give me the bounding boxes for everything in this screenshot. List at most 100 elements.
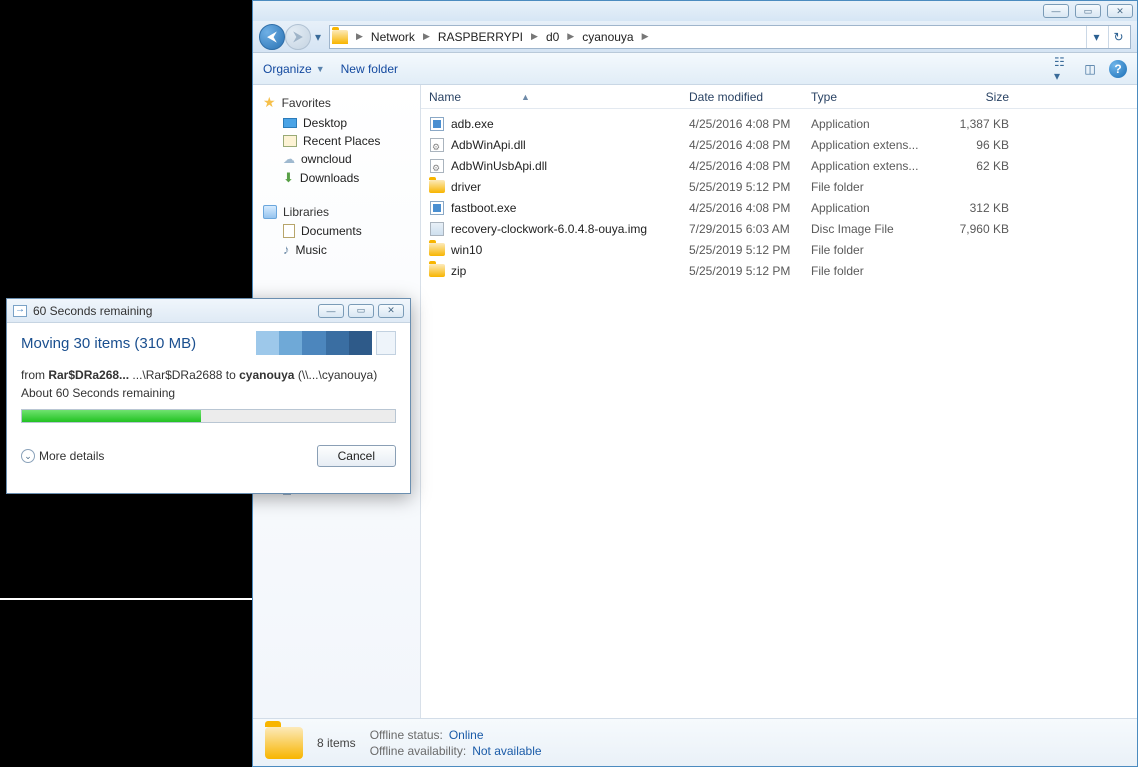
maximize-button[interactable]: ▭: [1075, 4, 1101, 18]
desktop-divider: [0, 598, 252, 600]
folder-icon: [429, 263, 445, 279]
column-header-date[interactable]: Date modified: [689, 90, 811, 104]
file-date: 4/25/2016 4:08 PM: [689, 159, 811, 173]
dialog-close-button[interactable]: ✕: [378, 304, 404, 318]
file-copy-dialog: 60 Seconds remaining — ▭ ✕ Moving 30 ite…: [6, 298, 411, 494]
file-list-pane: Name ▲ Date modified Type Size adb.exe4/…: [421, 85, 1137, 718]
sidebar-item-recent-places[interactable]: Recent Places: [253, 132, 420, 150]
file-row[interactable]: AdbWinUsbApi.dll4/25/2016 4:08 PMApplica…: [421, 155, 1137, 176]
minimize-button[interactable]: —: [1043, 4, 1069, 18]
file-name: AdbWinApi.dll: [451, 138, 526, 152]
file-size: 312 KB: [937, 201, 1027, 215]
column-header-type[interactable]: Type: [811, 90, 937, 104]
copy-remaining-line: About 60 Seconds remaining: [21, 385, 396, 401]
column-header-size[interactable]: Size: [937, 90, 1027, 104]
file-name: zip: [451, 264, 466, 278]
address-dropdown[interactable]: ▾: [1086, 26, 1106, 48]
sidebar-item-label: Desktop: [303, 116, 347, 130]
column-header-name[interactable]: Name ▲: [429, 90, 689, 104]
favorites-group[interactable]: ★ Favorites: [253, 91, 420, 114]
chevron-right-icon[interactable]: ▶: [565, 31, 576, 42]
file-row[interactable]: win10 5/25/2019 5:12 PMFile folder: [421, 239, 1137, 260]
sidebar-item-documents[interactable]: Documents: [253, 222, 420, 240]
breadcrumb-network[interactable]: Network: [367, 30, 419, 44]
file-row[interactable]: AdbWinApi.dll4/25/2016 4:08 PMApplicatio…: [421, 134, 1137, 155]
back-button[interactable]: ⮜: [259, 24, 285, 50]
file-date: 5/25/2019 5:12 PM: [689, 264, 811, 278]
file-name: driver: [451, 180, 481, 194]
libraries-label: Libraries: [283, 205, 329, 219]
file-date: 5/25/2019 5:12 PM: [689, 180, 811, 194]
breadcrumb-raspberrypi[interactable]: RASPBERRYPI: [434, 30, 527, 44]
dialog-minimize-button[interactable]: —: [318, 304, 344, 318]
folder-icon: [429, 242, 445, 258]
document-icon: [376, 331, 396, 355]
sidebar-item-label: Music: [296, 243, 327, 257]
details-pane: 8 items Offline status: Online Offline a…: [253, 718, 1137, 766]
document-icon: [283, 224, 295, 238]
breadcrumb-cyanouya[interactable]: cyanouya: [578, 30, 637, 44]
more-details-toggle[interactable]: ⌄ More details: [21, 449, 104, 463]
exe-icon: [429, 200, 445, 216]
file-type: Application: [811, 201, 937, 215]
file-row[interactable]: zip 5/25/2019 5:12 PMFile folder: [421, 260, 1137, 281]
dialog-maximize-button[interactable]: ▭: [348, 304, 374, 318]
organize-menu[interactable]: Organize ▼: [263, 62, 325, 76]
favorites-label: Favorites: [282, 96, 331, 110]
file-row[interactable]: recovery-clockwork-6.0.4.8-ouya.img7/29/…: [421, 218, 1137, 239]
offline-status-value: Online: [449, 728, 484, 742]
dll-icon: [429, 137, 445, 153]
file-type: Application: [811, 117, 937, 131]
file-list: adb.exe4/25/2016 4:08 PMApplication1,387…: [421, 109, 1137, 285]
view-options-button[interactable]: ☷ ▾: [1053, 60, 1071, 78]
libraries-group[interactable]: Libraries: [253, 202, 420, 222]
file-size: 62 KB: [937, 159, 1027, 173]
sidebar-item-music[interactable]: ♪ Music: [253, 240, 420, 259]
forward-button[interactable]: ⮞: [285, 24, 311, 50]
file-size: 1,387 KB: [937, 117, 1027, 131]
transfer-icon: [13, 305, 27, 317]
new-folder-button[interactable]: New folder: [341, 62, 398, 76]
preview-pane-button[interactable]: ◫: [1081, 60, 1099, 78]
cloud-icon: ☁: [283, 152, 295, 166]
sidebar-item-label: Documents: [301, 224, 362, 238]
more-details-label: More details: [39, 449, 104, 463]
progress-fill: [22, 410, 201, 422]
nav-row: ⮜ ⮞ ▾ ▶ Network ▶ RASPBERRYPI ▶ d0 ▶ cya…: [253, 21, 1137, 53]
cancel-button[interactable]: Cancel: [317, 445, 396, 467]
exe-icon: [429, 116, 445, 132]
copy-heading: Moving 30 items (310 MB): [21, 335, 196, 352]
file-name: fastboot.exe: [451, 201, 516, 215]
sidebar-item-downloads[interactable]: ⬇ Downloads: [253, 168, 420, 188]
chevron-right-icon[interactable]: ▶: [529, 31, 540, 42]
libraries-icon: [263, 205, 277, 219]
file-type: Application extens...: [811, 138, 937, 152]
breadcrumb-d0[interactable]: d0: [542, 30, 563, 44]
chevron-right-icon[interactable]: ▶: [640, 31, 651, 42]
file-row[interactable]: adb.exe4/25/2016 4:08 PMApplication1,387…: [421, 113, 1137, 134]
nav-history-dropdown[interactable]: ▾: [311, 24, 325, 50]
address-bar[interactable]: ▶ Network ▶ RASPBERRYPI ▶ d0 ▶ cyanouya …: [329, 25, 1131, 49]
file-row[interactable]: driver5/25/2019 5:12 PMFile folder: [421, 176, 1137, 197]
chevron-right-icon[interactable]: ▶: [421, 31, 432, 42]
file-type: Disc Image File: [811, 222, 937, 236]
chevron-down-icon: ▼: [316, 64, 325, 74]
desktop-icon: [283, 118, 297, 128]
file-type: File folder: [811, 264, 937, 278]
item-count: 8 items: [317, 736, 356, 750]
offline-availability-label: Offline availability:: [370, 744, 467, 758]
file-row[interactable]: fastboot.exe4/25/2016 4:08 PMApplication…: [421, 197, 1137, 218]
refresh-button[interactable]: ↻: [1108, 26, 1128, 48]
file-name: win10: [451, 243, 482, 257]
chevron-right-icon[interactable]: ▶: [354, 31, 365, 42]
file-date: 7/29/2015 6:03 AM: [689, 222, 811, 236]
sidebar-item-label: owncloud: [301, 152, 352, 166]
folder-icon: [265, 727, 303, 759]
close-button[interactable]: ✕: [1107, 4, 1133, 18]
sidebar-item-desktop[interactable]: Desktop: [253, 114, 420, 132]
sidebar-item-owncloud[interactable]: ☁ owncloud: [253, 150, 420, 168]
file-type: File folder: [811, 243, 937, 257]
help-icon[interactable]: ?: [1109, 60, 1127, 78]
file-date: 5/25/2019 5:12 PM: [689, 243, 811, 257]
folder-icon: [332, 30, 348, 44]
